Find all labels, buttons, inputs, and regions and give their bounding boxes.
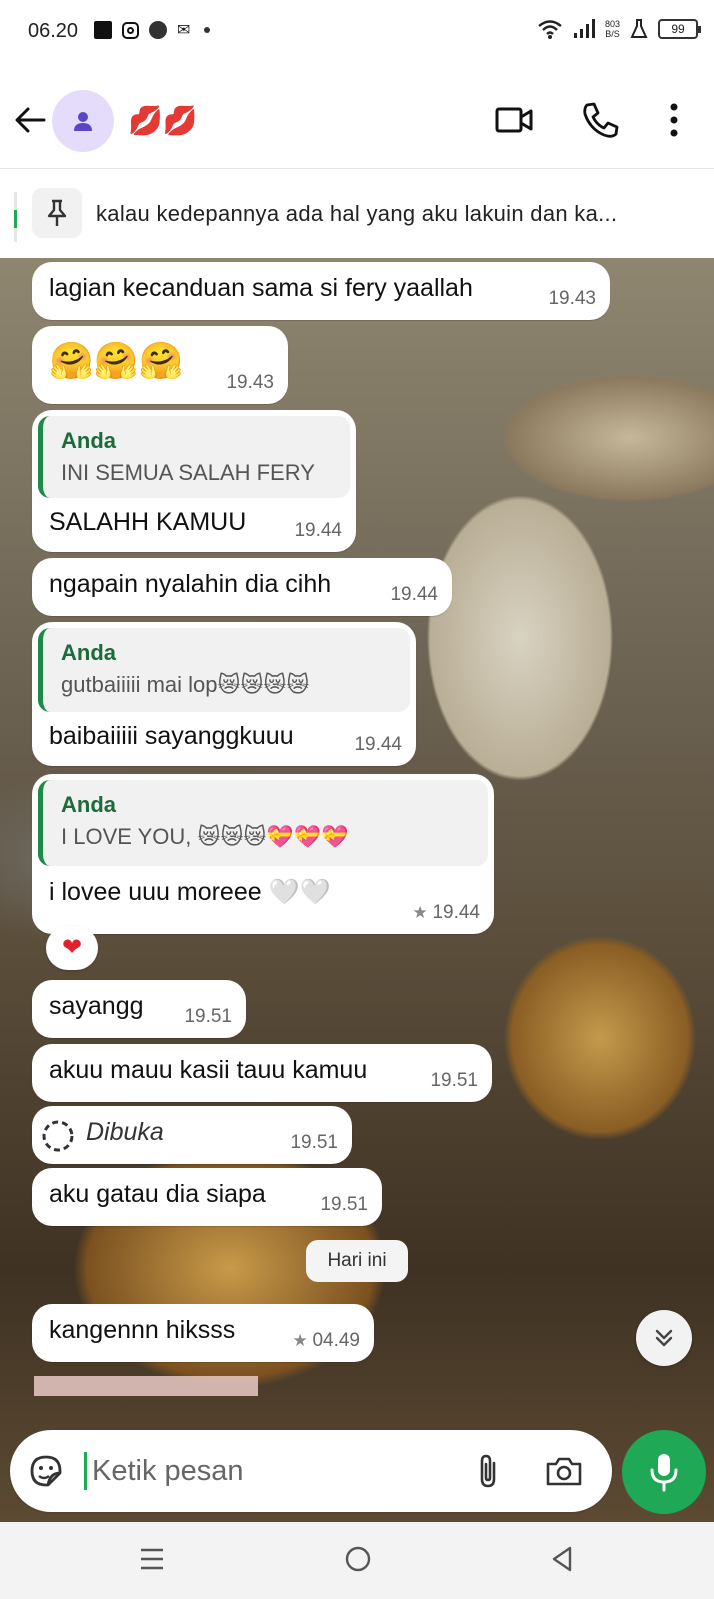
more-options-icon[interactable] (652, 98, 696, 142)
wifi-icon (538, 20, 562, 39)
camera-icon[interactable] (544, 1451, 584, 1491)
message-text: lagian kecanduan sama si fery yaallah (49, 274, 473, 302)
reply-message-bubble[interactable]: Anda INI SEMUA SALAH FERY SALAHH KAMUU 1… (32, 410, 356, 552)
app-notification-icon (149, 21, 167, 39)
message-time: ★ 19.44 (412, 902, 480, 923)
message-time: 19.51 (430, 1070, 478, 1091)
person-icon (74, 112, 92, 131)
pinned-message-bar[interactable]: kalau kedepannya ada hal yang aku lakuin… (0, 176, 714, 256)
message-text: kangennn hiksss (49, 1316, 236, 1344)
quoted-author: Anda (61, 792, 116, 817)
video-call-icon[interactable] (492, 98, 536, 142)
attach-icon[interactable] (468, 1451, 508, 1491)
contact-name[interactable]: 💋💋 (128, 104, 198, 137)
notification-icons: ✉ (94, 20, 211, 40)
message-text: aku gatau dia siapa (49, 1180, 266, 1208)
contact-avatar[interactable] (52, 90, 114, 152)
message-bubble[interactable]: lagian kecanduan sama si fery yaallah 19… (32, 262, 610, 320)
view-once-message[interactable]: Dibuka 19.51 (32, 1106, 352, 1164)
more-notifications-dot (204, 27, 211, 33)
message-time: 19.43 (226, 372, 274, 393)
microphone-icon (650, 1454, 678, 1492)
status-time: 06.20 (28, 20, 79, 42)
double-chevron-down-icon (655, 1329, 673, 1347)
quoted-author: Anda (61, 640, 116, 665)
message-time: 19.44 (354, 734, 402, 755)
battery-icon: 99 (658, 19, 701, 39)
pinned-message-text: kalau kedepannya ada hal yang aku lakuin… (96, 201, 618, 226)
quoted-text: I LOVE YOU, 😿😿😿💝💝💝 (61, 824, 349, 849)
back-nav-icon[interactable] (548, 1544, 576, 1574)
pin-icon (47, 199, 67, 226)
message-time: 19.51 (184, 1006, 232, 1027)
message-time: 19.44 (390, 584, 438, 605)
flask-icon (630, 19, 648, 38)
status-bar: 06.20 ✉ 803 B/S 99 (0, 0, 714, 64)
signal-icon (573, 19, 595, 38)
header-divider (0, 168, 714, 169)
pin-icon-box (32, 188, 82, 238)
voice-call-icon[interactable] (578, 98, 622, 142)
quoted-text: gutbaiiiii mai lop😿😿😿😿 (61, 672, 310, 697)
message-text: akuu mauu kasii tauu kamuu (49, 1056, 368, 1084)
quoted-message[interactable]: Anda gutbaiiiii mai lop😿😿😿😿 (38, 628, 410, 712)
recent-apps-icon[interactable] (138, 1544, 166, 1574)
message-time: 19.51 (320, 1194, 368, 1215)
app-notification-icon (94, 21, 112, 39)
message-bubble[interactable]: ngapain nyalahin dia cihh 19.44 (32, 558, 452, 616)
quoted-message[interactable]: Anda INI SEMUA SALAH FERY (38, 416, 350, 498)
star-icon: ★ (412, 903, 433, 922)
message-emoji: 🤗🤗🤗 (49, 340, 184, 381)
message-time: 19.43 (548, 288, 596, 309)
message-bubble[interactable]: aku gatau dia siapa 19.51 (32, 1168, 382, 1226)
view-once-opened-icon (42, 1120, 74, 1152)
voice-message-button[interactable] (622, 1430, 706, 1514)
message-bubble[interactable]: sayangg 19.51 (32, 980, 246, 1038)
star-icon: ★ (292, 1331, 313, 1350)
chat-header: 💋💋 (0, 78, 714, 166)
message-composer (10, 1430, 612, 1512)
message-input[interactable] (92, 1446, 452, 1496)
quoted-message[interactable]: Anda I LOVE YOU, 😿😿😿💝💝💝 (38, 780, 488, 866)
network-speed: 803 B/S (604, 19, 620, 39)
view-once-label: Dibuka (86, 1118, 164, 1146)
date-separator: Hari ini (306, 1240, 408, 1282)
home-icon[interactable] (343, 1544, 373, 1574)
message-time: 19.44 (294, 520, 342, 541)
message-time: ★ 04.49 (292, 1330, 360, 1351)
reply-message-bubble[interactable]: Anda I LOVE YOU, 😿😿😿💝💝💝 i lovee uuu more… (32, 774, 494, 934)
chat-area: lagian kecanduan sama si fery yaallah 19… (0, 258, 714, 1522)
text-cursor (84, 1452, 87, 1490)
blurred-content (34, 1376, 258, 1396)
message-bubble[interactable]: 🤗🤗🤗 19.43 (32, 326, 288, 404)
heart-reaction[interactable]: ❤ (46, 926, 98, 970)
scroll-to-bottom-button[interactable] (636, 1310, 692, 1366)
system-icons: 803 B/S 99 (537, 18, 701, 40)
message-time: 19.51 (290, 1132, 338, 1153)
message-text: ngapain nyalahin dia cihh (49, 570, 332, 598)
back-arrow-icon[interactable] (10, 100, 50, 140)
pinned-indicator (14, 192, 17, 242)
system-navigation-bar (0, 1522, 714, 1599)
message-text: baibaiiiii sayanggkuuu (49, 722, 294, 750)
message-bubble[interactable]: akuu mauu kasii tauu kamuu 19.51 (32, 1044, 492, 1102)
message-text: sayangg (49, 992, 144, 1020)
instagram-icon (122, 21, 139, 39)
reply-message-bubble[interactable]: Anda gutbaiiiii mai lop😿😿😿😿 baibaiiiii s… (32, 622, 416, 766)
message-bubble[interactable]: kangennn hiksss ★ 04.49 (32, 1304, 374, 1362)
sticker-icon[interactable] (26, 1451, 66, 1491)
quoted-text: INI SEMUA SALAH FERY (61, 460, 315, 485)
quoted-author: Anda (61, 428, 116, 453)
message-text: SALAHH KAMUU (49, 508, 247, 536)
gallery-notification-icon: ✉ (177, 22, 191, 39)
message-text: i lovee uuu moreee 🤍🤍 (49, 878, 331, 906)
